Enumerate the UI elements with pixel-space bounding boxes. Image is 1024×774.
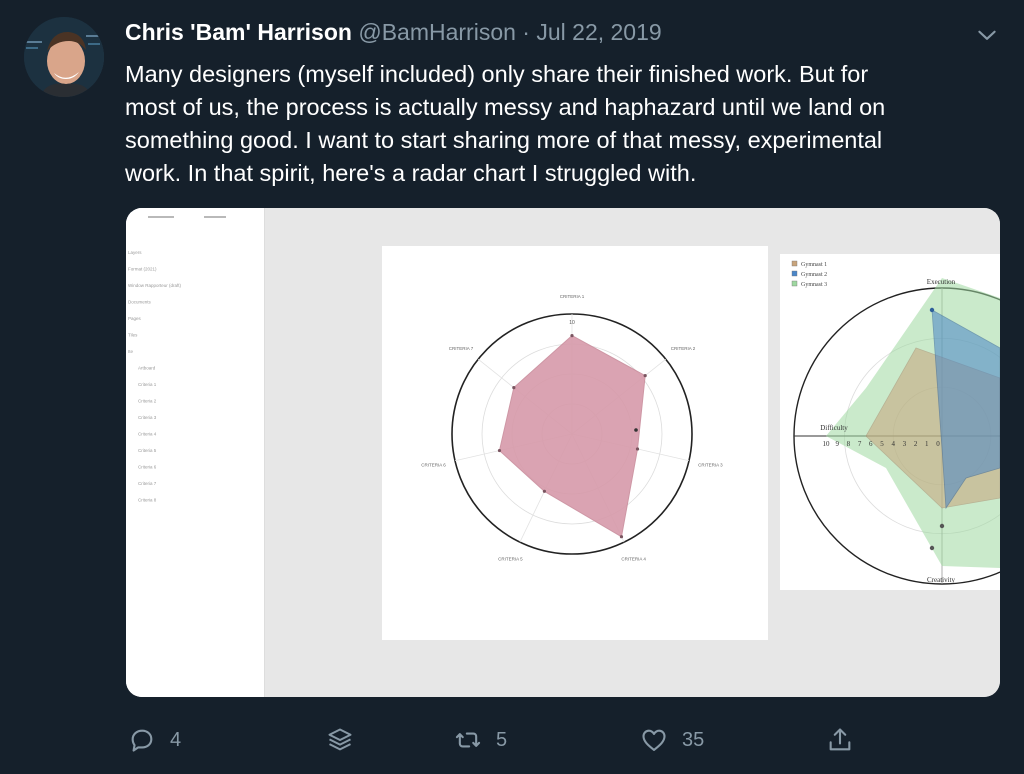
radar-tick-label: 7 — [858, 440, 862, 448]
radar-tick-label: 3 — [903, 440, 907, 448]
sidebar-item-label: Criteria 5 — [138, 448, 157, 453]
radar-point — [929, 545, 935, 551]
tweet-actions: 4 5 35 — [0, 718, 1024, 762]
layers-icon — [328, 728, 352, 751]
radar-tick-label: 2 — [914, 440, 918, 448]
radar-point — [619, 535, 624, 539]
sidebar-item-label: Criteria 7 — [138, 481, 157, 486]
radar-axis-label: CRITERIA 5 — [498, 556, 523, 561]
retweet-icon — [455, 732, 481, 748]
sidebar-item-label: Criteria 6 — [138, 465, 157, 470]
media-screenshot: Layers Format (2021) Window Rapporteur (dr… — [126, 208, 1000, 697]
chevron-down-icon[interactable] — [974, 22, 1000, 48]
radar-tick-label: 0 — [936, 440, 940, 448]
radar-axis-label: CRITERIA 2 — [671, 346, 696, 351]
legend-swatch — [791, 260, 798, 267]
radar-axis-label: Difficulty — [820, 424, 848, 432]
radar-marker — [634, 428, 638, 432]
legend-label: Gymnast 3 — [801, 282, 827, 288]
radar-tick-label: 8 — [847, 440, 851, 448]
radar-axis-label: CRITERIA 1 — [560, 294, 585, 299]
sidebar-item-label: Artboard — [138, 366, 156, 371]
tweet-text-line: something good. I want to start sharing … — [125, 127, 883, 153]
radar-point — [512, 386, 516, 390]
sidebar-item-label: Documents — [128, 300, 152, 305]
radar-axis-label: CRITERIA 6 — [421, 463, 446, 468]
tweet-text-line: most of us, the process is actually mess… — [125, 94, 886, 120]
radar-point — [570, 334, 574, 338]
reply-icon — [131, 729, 153, 752]
legend-swatch — [791, 280, 798, 287]
radar-axis-label: Creativity — [927, 576, 955, 584]
radar-point — [635, 447, 640, 451]
like-count: 35 — [682, 728, 705, 751]
radar-tick-label: 6 — [869, 440, 873, 448]
tweet-text-line: Many designers (myself included) only sh… — [125, 61, 869, 87]
retweet-count: 5 — [496, 728, 508, 751]
radar-point — [939, 523, 945, 529]
reply-count: 4 — [170, 728, 182, 751]
sidebar-item-label: Criteria 1 — [138, 382, 157, 387]
author-handle[interactable]: @BamHarrison — [358, 19, 516, 45]
radar-tick-label: 5 — [880, 440, 884, 448]
radar-axis-label: CRITERIA 3 — [698, 463, 723, 468]
tweet-media-image[interactable]: Layers Format (2021) Window Rapporteur (dr… — [126, 208, 1000, 697]
sidebar-item-label: Criteria 2 — [138, 399, 157, 404]
sidebar-item-label: Criteria 3 — [138, 415, 157, 420]
avatar[interactable] — [24, 17, 104, 97]
radar-axis-label: Execution — [927, 278, 956, 286]
sidebar-item-label: Ite — [128, 349, 134, 354]
radar-point — [929, 307, 935, 313]
author-name[interactable]: Chris 'Bam' Harrison — [125, 19, 352, 45]
share-button[interactable] — [826, 718, 854, 762]
share-icon — [829, 728, 851, 751]
radar-point — [497, 448, 502, 453]
sidebar-item-label: Format (2021) — [128, 267, 157, 272]
legend-swatch — [791, 270, 798, 277]
radar-tick-label: 9 — [835, 440, 839, 448]
sidebar-item-label: Window Rapporteur (draft) — [128, 283, 182, 288]
tweet-text: Many designers (myself included) only sh… — [125, 58, 1005, 190]
radar-point — [542, 489, 547, 493]
layers-button[interactable] — [326, 718, 354, 762]
sidebar-item-label: Tiles — [128, 333, 138, 338]
radar-tick-label: 4 — [891, 440, 895, 448]
tweet-date[interactable]: Jul 22, 2019 — [536, 19, 661, 45]
avatar-photo — [24, 17, 104, 97]
tweet-header: Chris 'Bam' Harrison @BamHarrison · Jul … — [125, 19, 662, 46]
radar-axis-label: CRITERIA 4 — [621, 556, 646, 561]
radar-axis-label: CRITERIA 7 — [449, 346, 474, 351]
legend-label: Gymnast 2 — [801, 272, 827, 278]
reply-button[interactable]: 4 — [128, 718, 181, 762]
legend-label: Gymnast 1 — [801, 262, 827, 268]
radar-tick-label: 10 — [823, 440, 831, 448]
heart-icon — [642, 729, 666, 751]
sidebar-item-label: Pages — [128, 316, 142, 321]
separator: · — [522, 19, 530, 45]
retweet-button[interactable]: 5 — [454, 718, 507, 762]
radar-tick-label: 1 — [925, 440, 929, 448]
sidebar-item-label: Criteria 8 — [138, 498, 157, 503]
like-button[interactable]: 35 — [640, 718, 704, 762]
radar-scale-label: 10 — [569, 320, 575, 326]
sidebar-item-label: Layers — [128, 250, 142, 255]
radar-point — [643, 374, 647, 378]
tweet-text-line: work. In that spirit, here's a radar cha… — [125, 160, 697, 186]
sidebar-item-label: Criteria 4 — [138, 432, 157, 437]
